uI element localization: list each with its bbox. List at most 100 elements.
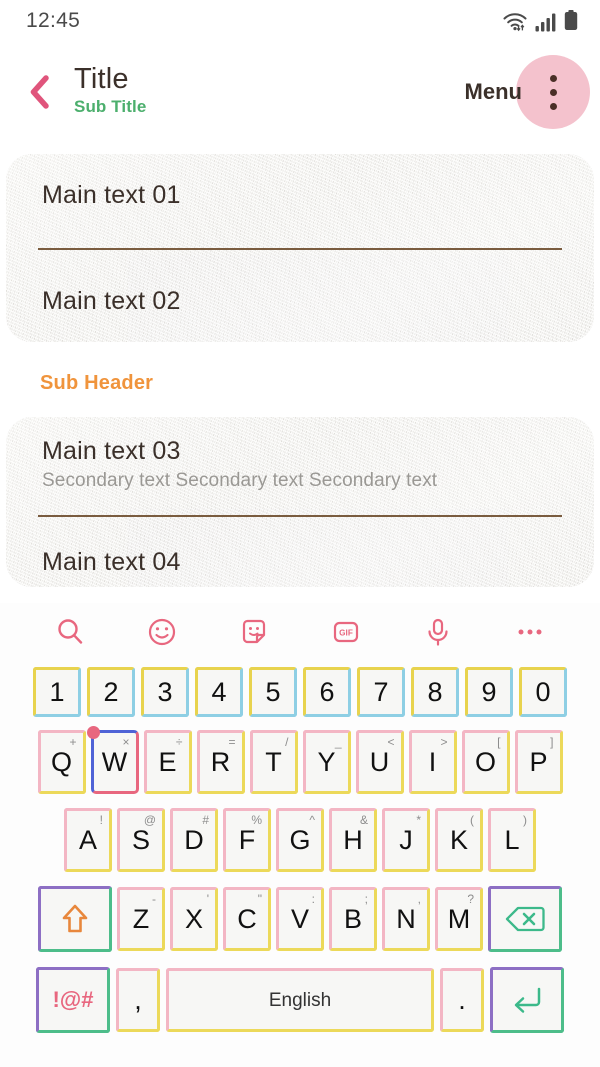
content-area: Main text 01 Main text 02 Sub Header Mai… (0, 142, 600, 598)
battery-icon (564, 10, 578, 30)
sticker-icon[interactable] (232, 610, 276, 654)
letter-key-z[interactable]: -Z (117, 887, 165, 951)
keyboard-toolbar: GIF (0, 603, 600, 661)
more-vertical-icon-dot (549, 102, 557, 110)
enter-return-icon (514, 987, 541, 1013)
letter-key-m[interactable]: ? M (435, 887, 483, 951)
key-secondary-symbol: / (285, 735, 289, 749)
list-card-two: Main text 03 Secondary text Secondary te… (6, 417, 594, 587)
letter-key-g[interactable]: ^ G (276, 808, 324, 872)
key-secondary-symbol: ; (364, 892, 368, 906)
letter-key-s[interactable]: @ S (117, 808, 165, 872)
key-secondary-symbol: ( (470, 813, 474, 827)
more-vertical-icon-dot (549, 88, 557, 96)
key-label: 1 (49, 676, 65, 707)
letter-key-h[interactable]: & H (329, 808, 377, 872)
key-secondary-symbol: " (257, 892, 262, 906)
letter-key-b[interactable]: ; B (329, 887, 377, 951)
title-block: Title Sub Title (74, 64, 146, 119)
menu-area: Menu (465, 55, 600, 129)
number-key-1[interactable]: 1 (33, 667, 81, 717)
key-label: 7 (373, 676, 389, 707)
key-label: 0 (535, 676, 551, 707)
letter-key-y[interactable]: _ Y (302, 730, 351, 794)
status-icons (502, 10, 578, 32)
number-key-0[interactable]: 0 (519, 667, 567, 717)
number-key-7[interactable]: 7 (357, 667, 405, 717)
key-secondary-symbol: + (69, 735, 77, 749)
letter-key-t[interactable]: / T (249, 730, 298, 794)
key-secondary-symbol: [ (497, 735, 501, 749)
overflow-menu-button[interactable] (516, 55, 590, 129)
more-horizontal-icon[interactable] (508, 610, 552, 654)
letter-key-l[interactable]: ) L (488, 808, 536, 872)
emoji-icon[interactable] (140, 610, 184, 654)
key-secondary-symbol: - (152, 892, 156, 906)
letter-key-a[interactable]: ! A (64, 808, 112, 872)
letter-key-o[interactable]: [O (461, 730, 510, 794)
key-label: 4 (211, 676, 227, 707)
key-secondary-symbol: < (387, 735, 395, 749)
search-icon[interactable] (48, 610, 92, 654)
number-key-6[interactable]: 6 (303, 667, 351, 717)
symbols-key-label: !@# (52, 987, 94, 1012)
keyboard-row-numbers: 1 2 3 4 5 6 7 8 9 0 (0, 661, 600, 723)
back-button[interactable] (12, 64, 68, 120)
key-label: 2 (103, 676, 119, 707)
key-label: Z (132, 903, 150, 934)
number-key-4[interactable]: 4 (195, 667, 243, 717)
menu-label[interactable]: Menu (465, 79, 522, 105)
key-label: U (369, 746, 390, 777)
letter-key-r[interactable]: = R (196, 730, 245, 794)
sub-header: Sub Header (40, 372, 154, 394)
letter-key-p[interactable]: ] P (514, 730, 563, 794)
symbols-key[interactable]: !@# (36, 967, 110, 1033)
virtual-keyboard: GIF 1234567890 + Q × W ÷ E = R / T _ Y < U > I[O] P ! A @ S… (0, 603, 600, 1067)
letter-key-f[interactable]: % F (223, 808, 271, 872)
microphone-icon[interactable] (416, 610, 460, 654)
key-secondary-symbol: _ (334, 735, 342, 749)
comma-key[interactable]: , (116, 968, 160, 1032)
enter-key[interactable] (490, 967, 564, 1033)
letter-key-v[interactable]: :V (276, 887, 324, 951)
key-label: I (428, 746, 437, 777)
period-key[interactable]: . (440, 968, 484, 1032)
letter-key-k[interactable]: (K (435, 808, 483, 872)
key-secondary-symbol: ' (206, 892, 209, 906)
list-item-main-text: Main text 02 (42, 286, 181, 315)
key-secondary-symbol: @ (143, 813, 156, 827)
key-secondary-symbol: × (122, 735, 130, 749)
space-key[interactable]: English (166, 968, 434, 1032)
page-title: Title (74, 63, 129, 96)
letter-key-q[interactable]: + Q (37, 730, 86, 794)
list-item[interactable]: Main text 04 (6, 517, 594, 587)
list-item[interactable]: Main text 01 (6, 154, 594, 236)
letter-key-i[interactable]: > I (408, 730, 457, 794)
number-key-2[interactable]: 2 (87, 667, 135, 717)
list-item[interactable]: Main text 03 Secondary text Secondary te… (6, 417, 594, 501)
number-key-3[interactable]: 3 (141, 667, 189, 717)
letter-key-n[interactable]: ,N (382, 887, 430, 951)
list-item-main-text: Main text 01 (42, 180, 181, 209)
keyboard-row-bottom-letters: - Z ' X " C: V; B, N? M (0, 879, 600, 959)
letter-key-d[interactable]: # D (170, 808, 218, 872)
backspace-key[interactable] (488, 886, 562, 952)
key-label: K (449, 824, 468, 855)
letter-key-c[interactable]: " C (223, 887, 271, 951)
letter-key-j[interactable]: * J (382, 808, 430, 872)
gif-icon[interactable]: GIF (324, 610, 368, 654)
number-key-9[interactable]: 9 (465, 667, 513, 717)
letter-key-x[interactable]: ' X (170, 887, 218, 951)
shift-key[interactable] (38, 886, 112, 952)
letter-key-w[interactable]: × W (86, 726, 139, 794)
letter-key-u[interactable]: < U (355, 730, 404, 794)
key-label: G (289, 824, 311, 855)
key-label: D (184, 824, 204, 855)
number-key-5[interactable]: 5 (249, 667, 297, 717)
number-key-8[interactable]: 8 (411, 667, 459, 717)
list-item[interactable]: Main text 02 (6, 260, 594, 342)
app-bar: Title Sub Title Menu (0, 42, 600, 142)
letter-key-e[interactable]: ÷ E (143, 730, 192, 794)
key-secondary-symbol: = (228, 735, 236, 749)
key-label: Y (317, 746, 336, 777)
